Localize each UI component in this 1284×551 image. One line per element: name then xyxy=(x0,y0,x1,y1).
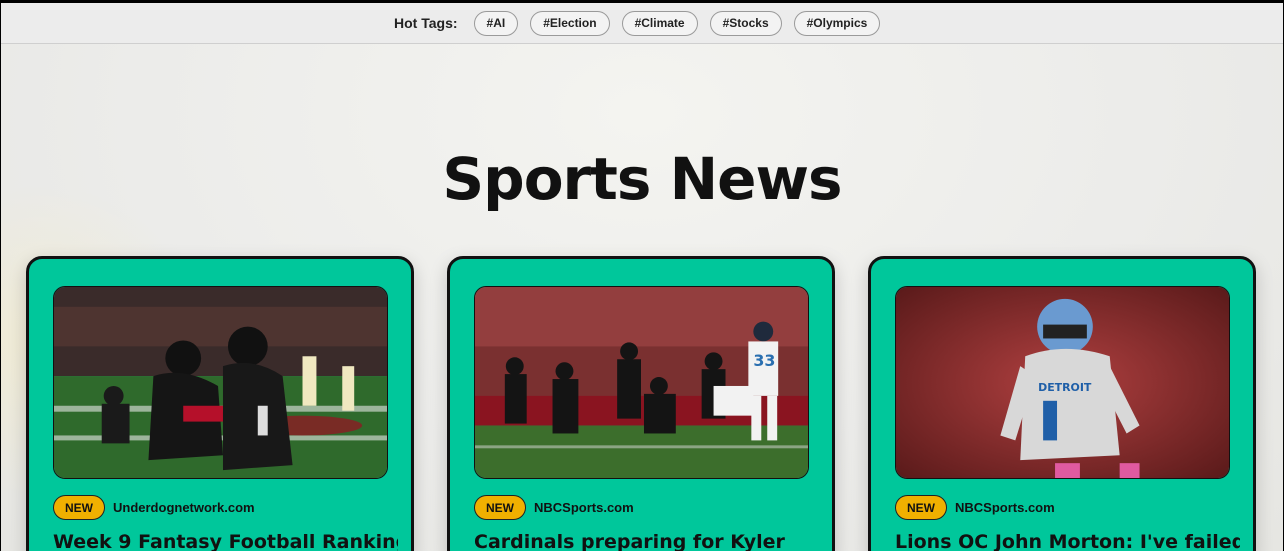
headline[interactable]: Lions OC John Morton: I've failed xyxy=(895,531,1240,551)
news-image[interactable] xyxy=(53,286,388,479)
headline[interactable]: Week 9 Fantasy Football Rankings xyxy=(53,531,398,551)
page: Hot Tags: #AI #Election #Climate #Stocks… xyxy=(1,3,1283,551)
tag-olympics[interactable]: #Olympics xyxy=(793,10,881,36)
card-meta: NEW NBCSports.com xyxy=(474,495,634,520)
new-badge: NEW xyxy=(895,495,947,520)
new-badge: NEW xyxy=(474,495,526,520)
news-card[interactable]: NEW Underdognetwork.com Week 9 Fantasy F… xyxy=(26,256,414,551)
hot-tags-bar: Hot Tags: #AI #Election #Climate #Stocks… xyxy=(1,3,1283,44)
svg-text:33: 33 xyxy=(753,351,775,370)
svg-text:DETROIT: DETROIT xyxy=(1038,381,1092,394)
news-image[interactable]: DETROIT xyxy=(895,286,1230,479)
tag-election[interactable]: #Election xyxy=(530,10,610,36)
source-name[interactable]: Underdognetwork.com xyxy=(113,500,255,515)
news-card[interactable]: DETROIT NEW NBCSports.com Lions OC John … xyxy=(868,256,1256,551)
new-badge: NEW xyxy=(53,495,105,520)
tag-climate[interactable]: #Climate xyxy=(621,10,698,36)
source-name[interactable]: NBCSports.com xyxy=(534,500,634,515)
page-title: Sports News xyxy=(442,145,842,213)
news-card[interactable]: 33 NEW NBCSports.com Cardinals preparing… xyxy=(447,256,835,551)
card-meta: NEW Underdognetwork.com xyxy=(53,495,255,520)
headline[interactable]: Cardinals preparing for Kyler xyxy=(474,531,819,551)
tag-ai[interactable]: #AI xyxy=(473,10,519,36)
tag-stocks[interactable]: #Stocks xyxy=(709,10,782,36)
news-image[interactable]: 33 xyxy=(474,286,809,479)
card-meta: NEW NBCSports.com xyxy=(895,495,1055,520)
hot-tags-label: Hot Tags: xyxy=(394,15,458,31)
source-name[interactable]: NBCSports.com xyxy=(955,500,1055,515)
